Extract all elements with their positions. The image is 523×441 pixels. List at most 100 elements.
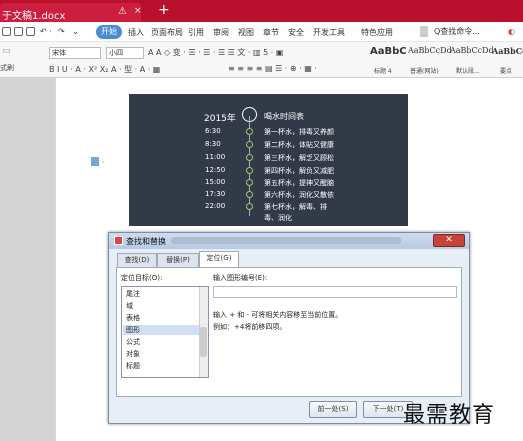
listbox-scrollbar[interactable] (199, 287, 208, 377)
dialog-title: 查找和替换 (126, 237, 166, 246)
dialog-app-icon (114, 236, 123, 245)
style-preview: AaBbCcDd (450, 46, 494, 55)
timeline-dot-icon (246, 154, 253, 161)
document-tab-label: 于文稿1.docx (2, 11, 66, 22)
goto-panel: 定位目标(O): 尾注 域 表格 图形 公式 对象 标题 输入图形编号(E): … (116, 267, 462, 397)
font-tools-row1[interactable]: A A ◇ 变 · ☰ · ☰ · ☰ ☰ 文 · ▥ 5 · ▣ (148, 47, 283, 58)
preview-icon[interactable] (26, 27, 35, 36)
timeline-title: 喝水时间表 (264, 112, 304, 121)
timeline-dot-icon (246, 141, 253, 148)
ribbon: ▭ 式刷 宋体 小四 A A ◇ 变 · ☰ · ☰ · ☰ ☰ 文 · ▥ 5… (0, 42, 523, 78)
print-icon[interactable] (14, 27, 23, 36)
timeline-dot-icon (246, 191, 253, 198)
timeline-dot-icon (246, 167, 253, 174)
undo-icon[interactable]: ↶ · (40, 27, 52, 36)
tab-find[interactable]: 查找(D) (117, 253, 157, 267)
menu-security[interactable]: 安全 (288, 27, 304, 38)
list-item[interactable]: 域 (126, 301, 133, 311)
menu-page-layout[interactable]: 页面布局 (151, 27, 183, 38)
menu-chapter[interactable]: 章节 (263, 27, 279, 38)
timeline-time: 17:30 (205, 190, 226, 198)
menu-references[interactable]: 引用 (188, 27, 204, 38)
timeline-time: 8:30 (205, 140, 221, 148)
timeline-clock-icon (242, 107, 257, 122)
timeline-text-continued: 毒、润化 (264, 214, 292, 222)
list-item-selected[interactable]: 图形 (123, 325, 199, 335)
hint-text-1: 输入 + 和 - 可将相关内容移至当前位置。 (213, 311, 343, 319)
style-label: 要点 (500, 68, 513, 75)
style-label: 标题 4 (374, 68, 392, 75)
list-item[interactable]: 公式 (126, 337, 140, 347)
input-label: 输入图形编号(E): (213, 274, 268, 282)
new-tab-button[interactable]: + (158, 2, 170, 18)
timeline-time: 12:50 (205, 166, 226, 174)
save-icon[interactable] (2, 27, 11, 36)
style-key-point[interactable]: AaBbCcD 要点 (492, 46, 523, 76)
paragraph-tools-row2[interactable]: ≡ ≡ ≡ ≡ ▤ ☰ · ⊕ · ▦ · (228, 64, 317, 73)
timeline-text: 第五杯水，提神又醒脑 (264, 179, 334, 187)
menu-bar: ↶ · ↷ ⌄ 开始 插入 页面布局 引用 审阅 视图 章节 安全 开发工具 特… (0, 22, 523, 42)
redo-icon[interactable]: ↷ (58, 27, 65, 36)
timeline-time: 22:00 (205, 202, 226, 210)
timeline-text: 第四杯水，解负又减肥 (264, 167, 334, 175)
watermark-text: 最需教育 (403, 403, 496, 428)
target-listbox[interactable]: 尾注 域 表格 图形 公式 对象 标题 (121, 286, 209, 378)
menu-review[interactable]: 审阅 (213, 27, 229, 38)
separator (420, 26, 428, 37)
tab-goto[interactable]: 定位(G) (199, 251, 239, 268)
timeline-time: 6:30 (205, 127, 221, 135)
style-label: 普通(网站) (410, 68, 439, 75)
font-tools-row2[interactable]: B I U · A · X² X₂ A · 型 · A · ▦ (49, 64, 160, 75)
style-default-paragraph[interactable]: AaBbCcDd 默认段... (450, 46, 494, 76)
find-replace-dialog: 查找和替换 ✕ 查找(D) 替换(P) 定位(G) 定位目标(O): 尾注 域 … (108, 232, 470, 424)
font-size-select[interactable]: 小四 (106, 47, 144, 59)
menu-developer[interactable]: 开发工具 (313, 27, 345, 38)
list-item[interactable]: 对象 (126, 349, 140, 359)
style-preview: AaBbCcD (492, 46, 523, 56)
style-normal-web[interactable]: AaBbCcDd 普通(网站) (408, 46, 452, 76)
style-preview: AaBbC (370, 46, 407, 57)
title-bar: 于文稿1.docx ⚠ × + (0, 0, 523, 22)
timeline-time: 11:00 (205, 153, 226, 161)
command-search[interactable]: Q查找命令... (434, 26, 504, 38)
timeline-text: 第六杯水，润化又散依 (264, 191, 334, 199)
tab-replace[interactable]: 替换(P) (157, 253, 199, 267)
paragraph-marker-icon (91, 157, 99, 166)
paste-icon[interactable]: ▭ (2, 46, 11, 56)
warning-icon: ⚠ (118, 6, 127, 17)
menu-special-apps[interactable]: 特色应用 (361, 27, 393, 38)
scrollbar-thumb[interactable] (200, 327, 207, 357)
help-icon[interactable]: ◐ (508, 27, 515, 36)
timeline-text: 第三杯水，解乏又顾松 (264, 154, 334, 162)
menu-view[interactable]: 视图 (238, 27, 254, 38)
style-heading4[interactable]: AaBbC 标题 4 (370, 46, 407, 76)
list-item[interactable]: 标题 (126, 361, 140, 371)
timeline-dot-icon (246, 203, 253, 210)
more-icon[interactable]: ⌄ (72, 27, 79, 36)
timeline-dot-icon (246, 128, 253, 135)
hint-text-2: 例如：+4将前移四项。 (213, 323, 287, 331)
timeline-dot-icon (246, 179, 253, 186)
menu-insert[interactable]: 插入 (128, 27, 144, 38)
close-icon[interactable]: ✕ (433, 234, 465, 247)
menu-start[interactable]: 开始 (96, 25, 122, 39)
list-item[interactable]: 表格 (126, 313, 140, 323)
paragraph-dot: · (102, 158, 105, 167)
list-item[interactable]: 尾注 (126, 289, 140, 299)
previous-button[interactable]: 前一处(S) (309, 401, 357, 418)
close-tab-icon[interactable]: × (134, 6, 142, 16)
timeline-year: 2015年 (204, 114, 236, 124)
document-tab[interactable]: 于文稿1.docx ⚠ × (0, 3, 142, 22)
timeline-image[interactable]: 2015年 喝水时间表 6:30 第一杯水，排毒又养颜 8:30 第二杯水，体貼… (129, 94, 408, 226)
format-painter-label[interactable]: 式刷 (0, 63, 14, 73)
font-name-select[interactable]: 宋体 (49, 47, 101, 59)
timeline-text: 第二杯水，体貼又健康 (264, 141, 334, 149)
dialog-titlebar[interactable]: 查找和替换 ✕ (109, 233, 469, 249)
blurred-title-overlay (171, 237, 401, 244)
timeline-text: 第一杯水，排毒又养颜 (264, 128, 334, 136)
timeline-time: 15:00 (205, 178, 226, 186)
style-preview: AaBbCcDd (408, 46, 452, 55)
graphic-number-input[interactable] (213, 286, 457, 298)
style-label: 默认段... (456, 68, 480, 75)
timeline-text: 第七杯水，解毒、排 (264, 203, 327, 211)
